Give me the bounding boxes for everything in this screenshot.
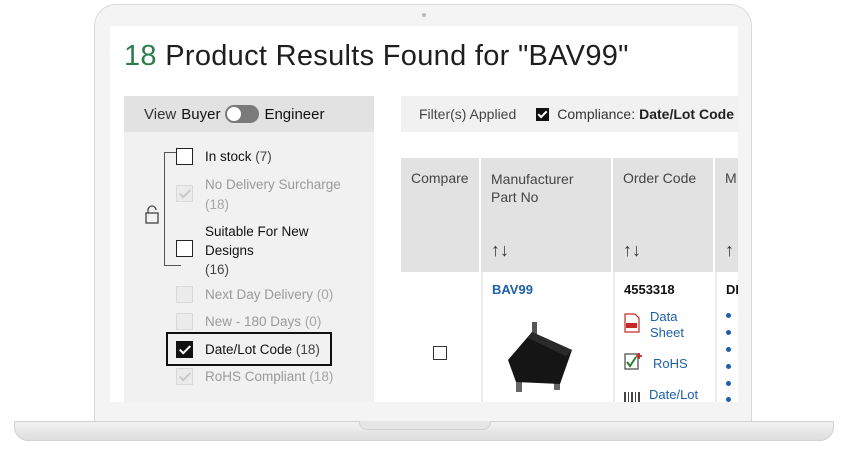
table-header: Compare Manufacturer Part No ↑↓ Order Cod…	[401, 158, 738, 272]
product-image[interactable]	[502, 316, 578, 402]
filter-checkbox	[176, 286, 193, 303]
rohs-icon[interactable]	[624, 351, 644, 371]
bullet	[726, 397, 731, 402]
bullet	[726, 347, 731, 352]
filter-checkbox[interactable]	[176, 240, 193, 257]
col-manufacturer[interactable]: M↑↓	[715, 158, 738, 272]
filter-new-180-days: New - 180 Days (0)	[176, 313, 321, 331]
part-number-link[interactable]: BAV99	[492, 282, 533, 297]
order-code: 4553318	[624, 282, 675, 297]
filter-label: Date/Lot Code (18)	[205, 342, 320, 357]
filter-no-delivery-surcharge: No Delivery Surcharge (18)	[176, 175, 366, 215]
filter-label: No Delivery Surcharge (18)	[205, 177, 341, 212]
view-label: View	[144, 105, 177, 123]
camera-dot	[422, 13, 426, 17]
compliance-label: Compliance:	[557, 106, 636, 122]
filters-applied-label: Filter(s) Applied	[419, 106, 517, 122]
filter-in-stock[interactable]: In stock (7)	[176, 148, 272, 166]
date-lot-link[interactable]: Date/Lot	[649, 387, 698, 402]
filter-checkbox	[176, 313, 193, 330]
view-switch[interactable]	[225, 105, 260, 123]
sort-icon[interactable]: ↑↓	[725, 240, 734, 261]
col-order-code[interactable]: Order Code ↑↓	[613, 158, 715, 272]
col-manufacturer-part-no[interactable]: Manufacturer Part No ↑↓	[481, 158, 613, 272]
bullet	[726, 330, 731, 335]
filter-checkbox[interactable]	[176, 148, 193, 165]
sort-icon[interactable]: ↑↓	[491, 240, 509, 261]
col-compare: Compare	[401, 158, 481, 272]
sort-icon[interactable]: ↑↓	[623, 240, 641, 261]
results-title-text: Product Results Found for "BAV99"	[156, 40, 629, 72]
filter-suitable-new-designs[interactable]: Suitable For New Designs (16)	[176, 222, 366, 279]
filter-label: In stock (7)	[205, 149, 272, 164]
filter-label: Next Day Delivery (0)	[205, 287, 334, 302]
results-count: 18	[124, 40, 157, 72]
filter-checkbox	[176, 185, 193, 202]
filter-label: Suitable For New Designs (16)	[205, 224, 309, 277]
filter-label: RoHS Compliant (18)	[205, 369, 334, 384]
filters-applied-bar: Filter(s) Applied Compliance: Date/Lot C…	[401, 96, 738, 132]
filter-checkbox	[176, 368, 193, 385]
bullet	[726, 381, 731, 386]
datasheet-link[interactable]: Data Sheet	[650, 309, 690, 341]
view-toggle-bar: View Buyer Engineer	[124, 96, 374, 132]
filter-rohs-compliant: RoHS Compliant (18)	[176, 368, 333, 386]
filter-panel: View Buyer Engineer In stock (7) No Deli…	[124, 96, 374, 402]
filter-label: New - 180 Days (0)	[205, 314, 322, 329]
manufacturer-cell: DI	[726, 282, 738, 297]
barcode-icon	[624, 392, 640, 402]
lock-icon[interactable]	[144, 204, 160, 224]
laptop-notch	[359, 421, 491, 430]
column-divider	[613, 272, 615, 402]
column-divider	[481, 272, 483, 402]
bullet	[726, 313, 731, 318]
screen: 18 Product Results Found for "BAV99" Vie…	[110, 26, 738, 402]
compliance-checkbox[interactable]	[536, 107, 550, 121]
compliance-value: Date/Lot Code	[639, 106, 734, 122]
filter-date-lot-code[interactable]: Date/Lot Code (18)	[176, 341, 320, 359]
filter-checkbox[interactable]	[176, 341, 193, 358]
view-engineer-label[interactable]: Engineer	[264, 106, 324, 123]
switch-knob	[227, 107, 242, 121]
rohs-link[interactable]: RoHS	[653, 356, 688, 372]
column-divider	[715, 272, 717, 402]
page-title: 18 Product Results Found for "BAV99"	[124, 40, 629, 73]
view-buyer-label[interactable]: Buyer	[181, 106, 220, 123]
filter-next-day-delivery: Next Day Delivery (0)	[176, 286, 333, 304]
compare-checkbox[interactable]	[433, 346, 447, 360]
pdf-icon[interactable]	[624, 313, 640, 333]
bullet	[726, 364, 731, 369]
